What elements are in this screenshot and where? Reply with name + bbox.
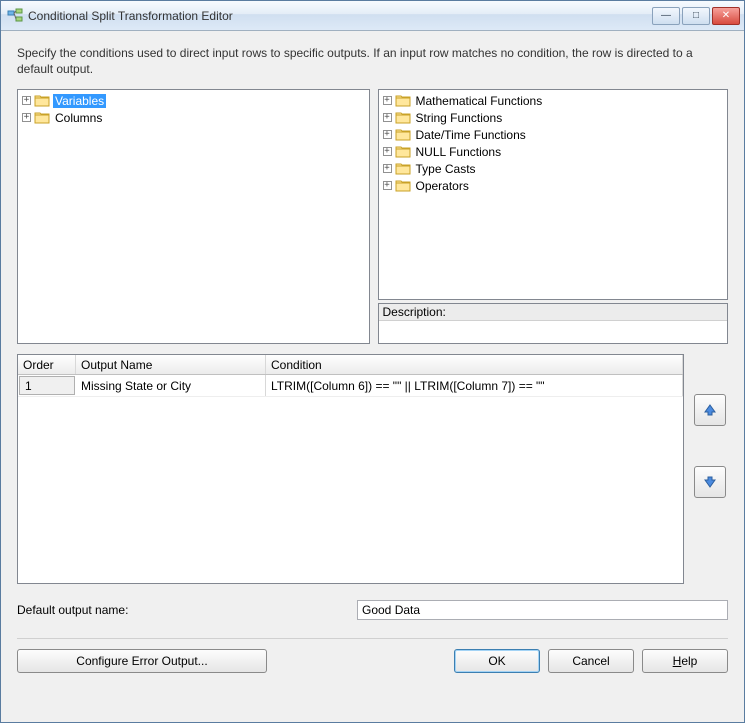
folder-icon — [34, 94, 50, 107]
cell-order[interactable]: 1 — [19, 376, 75, 395]
tree-label: Mathematical Functions — [414, 94, 545, 108]
expander-icon[interactable]: + — [383, 164, 392, 173]
functions-tree[interactable]: + Mathematical Functions + String Functi… — [378, 89, 729, 300]
close-icon: ✕ — [722, 10, 730, 21]
button-label: Cancel — [572, 654, 609, 668]
folder-icon — [395, 145, 411, 158]
cell-output-name[interactable]: Missing State or City — [76, 375, 266, 396]
tree-label: Variables — [53, 94, 106, 108]
variables-columns-tree[interactable]: + Variables + Columns — [17, 89, 370, 344]
cancel-button[interactable]: Cancel — [548, 649, 634, 673]
tree-item-columns[interactable]: + Columns — [18, 109, 369, 126]
tree-label: Operators — [414, 179, 471, 193]
minimize-button[interactable]: — — [652, 7, 680, 25]
footer-buttons: Configure Error Output... OK Cancel Help — [17, 649, 728, 673]
tree-label: Date/Time Functions — [414, 128, 528, 142]
grid-row[interactable]: 1 Missing State or City LTRIM([Column 6]… — [18, 375, 683, 397]
description-body — [379, 321, 728, 343]
tree-item-datetime-functions[interactable]: + Date/Time Functions — [379, 126, 728, 143]
tree-item-string-functions[interactable]: + String Functions — [379, 109, 728, 126]
window-controls: — □ ✕ — [652, 7, 744, 25]
configure-error-output-button[interactable]: Configure Error Output... — [17, 649, 267, 673]
move-up-button[interactable] — [694, 394, 726, 426]
app-icon — [7, 8, 23, 24]
functions-column: + Mathematical Functions + String Functi… — [378, 89, 729, 344]
instruction-text: Specify the conditions used to direct in… — [17, 45, 728, 77]
title-bar[interactable]: Conditional Split Transformation Editor … — [1, 1, 744, 31]
close-button[interactable]: ✕ — [712, 7, 740, 25]
button-label: Configure Error Output... — [76, 654, 207, 668]
maximize-icon: □ — [693, 10, 699, 21]
help-button[interactable]: Help — [642, 649, 728, 673]
default-output-row: Default output name: — [17, 600, 728, 620]
folder-icon — [395, 94, 411, 107]
description-panel: Description: — [378, 303, 729, 344]
tree-label: Type Casts — [414, 162, 478, 176]
content-area: Specify the conditions used to direct in… — [1, 31, 744, 722]
tree-label: String Functions — [414, 111, 505, 125]
arrow-down-icon — [703, 475, 717, 489]
button-label: OK — [488, 654, 505, 668]
expander-icon[interactable]: + — [22, 113, 31, 122]
folder-icon — [395, 128, 411, 141]
minimize-icon: — — [661, 10, 671, 21]
upper-panels: + Variables + Columns + — [17, 89, 728, 344]
button-label: Help — [673, 654, 698, 668]
tree-item-null-functions[interactable]: + NULL Functions — [379, 143, 728, 160]
tree-item-operators[interactable]: + Operators — [379, 177, 728, 194]
tree-label: NULL Functions — [414, 145, 504, 159]
arrow-up-icon — [703, 403, 717, 417]
move-down-button[interactable] — [694, 466, 726, 498]
folder-icon — [34, 111, 50, 124]
ok-button[interactable]: OK — [454, 649, 540, 673]
folder-icon — [395, 111, 411, 124]
conditions-grid[interactable]: Order Output Name Condition 1 Missing St… — [17, 354, 684, 584]
default-output-input[interactable] — [357, 600, 728, 620]
separator — [17, 638, 728, 639]
tree-item-math-functions[interactable]: + Mathematical Functions — [379, 92, 728, 109]
folder-icon — [395, 179, 411, 192]
conditions-area: Order Output Name Condition 1 Missing St… — [17, 354, 728, 584]
expander-icon[interactable]: + — [383, 181, 392, 190]
editor-window: Conditional Split Transformation Editor … — [0, 0, 745, 723]
expander-icon[interactable]: + — [383, 130, 392, 139]
expander-icon[interactable]: + — [22, 96, 31, 105]
tree-item-type-casts[interactable]: + Type Casts — [379, 160, 728, 177]
reorder-buttons — [694, 354, 728, 584]
column-header-condition[interactable]: Condition — [266, 355, 683, 374]
expander-icon[interactable]: + — [383, 96, 392, 105]
tree-label: Columns — [53, 111, 104, 125]
expander-icon[interactable]: + — [383, 113, 392, 122]
description-header: Description: — [379, 304, 728, 321]
folder-icon — [395, 162, 411, 175]
column-header-order[interactable]: Order — [18, 355, 76, 374]
grid-header: Order Output Name Condition — [18, 355, 683, 375]
cell-condition[interactable]: LTRIM([Column 6]) == "" || LTRIM([Column… — [266, 375, 683, 396]
maximize-button[interactable]: □ — [682, 7, 710, 25]
expander-icon[interactable]: + — [383, 147, 392, 156]
column-header-output-name[interactable]: Output Name — [76, 355, 266, 374]
tree-item-variables[interactable]: + Variables — [18, 92, 369, 109]
window-title: Conditional Split Transformation Editor — [28, 9, 652, 23]
default-output-label: Default output name: — [17, 603, 347, 617]
